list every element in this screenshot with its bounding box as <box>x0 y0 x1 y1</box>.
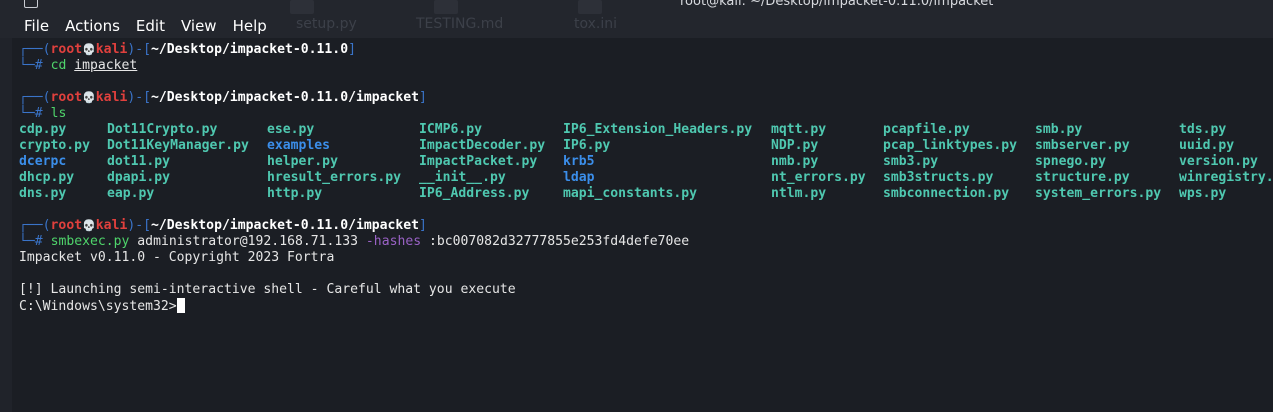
terminal-view[interactable]: ┌──(root💀kali)-[~/Desktop/impacket-0.11.… <box>12 38 1273 412</box>
ls-file: pcapfile.py <box>883 122 970 137</box>
ls-file: ImpactPacket.py <box>419 154 538 169</box>
ls-file: smbconnection.py <box>883 186 1010 201</box>
ls-file: dns.py <box>19 186 67 201</box>
command-flag: -hashes <box>365 234 422 249</box>
ls-file: ImpactDecoder.py <box>419 138 546 153</box>
ls-file: IP6_Address.py <box>419 186 530 201</box>
ls-file: dpapi.py <box>107 170 171 185</box>
command: cd <box>50 58 67 73</box>
ls-directory: examples <box>267 138 331 153</box>
ls-file: dot11.py <box>107 154 171 169</box>
output-line: [!] Launching semi-interactive shell - C… <box>19 282 516 297</box>
ls-file: version.py <box>1179 154 1258 169</box>
ls-file: smbserver.py <box>1035 138 1130 153</box>
menu-file[interactable]: File <box>16 16 57 36</box>
prompt-path: ~/Desktop/impacket-0.11.0/impacket <box>151 218 420 233</box>
background-tab: TESTING.md <box>416 16 504 32</box>
file-icon <box>290 0 314 14</box>
ls-file: winregistry.py <box>1179 170 1273 185</box>
command-args: administrator@192.168.71.133 <box>137 234 359 249</box>
ls-file: nmb.py <box>771 154 819 169</box>
ls-file: Dot11KeyManager.py <box>107 138 249 153</box>
ls-directory: ldap <box>563 170 595 185</box>
window-titlebar: setup.py TESTING.md tox.ini root@kali: ~… <box>0 0 1273 38</box>
ls-file: structure.py <box>1035 170 1130 185</box>
ls-file: ese.py <box>267 122 315 137</box>
menu-actions[interactable]: Actions <box>57 16 128 36</box>
ls-file: smb3structs.py <box>883 170 994 185</box>
ls-file: http.py <box>267 186 323 201</box>
ls-file: smb.py <box>1035 122 1083 137</box>
ls-file: dhcp.py <box>19 170 75 185</box>
menubar: File Actions Edit View Help <box>16 16 275 36</box>
prompt-command-line: └─# ls <box>19 106 67 121</box>
ls-file: IP6.py <box>563 138 611 153</box>
skull-icon: 💀 <box>82 43 96 56</box>
ls-file: ICMP6.py <box>419 122 483 137</box>
ls-file: cdp.py <box>19 122 67 137</box>
prompt-command-line: └─# cd impacket <box>19 58 138 73</box>
text-cursor <box>176 298 185 313</box>
ls-file: nt_errors.py <box>771 170 866 185</box>
command-flag-value: :bc007082d32777855e253fd4defe70ee <box>429 234 690 249</box>
ls-file: pcap_linktypes.py <box>883 138 1018 153</box>
side-strip <box>0 38 12 412</box>
ls-file: crypto.py <box>19 138 90 153</box>
ls-file: Dot11Crypto.py <box>107 122 218 137</box>
background-tab: setup.py <box>296 16 357 32</box>
prompt-header: ┌──(root💀kali)-[~/Desktop/impacket-0.11.… <box>19 42 356 57</box>
ls-file: system_errors.py <box>1035 186 1162 201</box>
ls-file: tds.py <box>1179 122 1227 137</box>
ls-file: mqtt.py <box>771 122 827 137</box>
ls-file: uuid.py <box>1179 138 1235 153</box>
ls-file: __init__.py <box>419 170 506 185</box>
ls-file: smb3.py <box>883 154 939 169</box>
shell-prompt-line[interactable]: C:\Windows\system32> <box>19 298 185 314</box>
ls-file: mapi_constants.py <box>563 186 698 201</box>
menu-help[interactable]: Help <box>225 16 275 36</box>
file-icon <box>434 0 458 14</box>
ls-file: ntlm.py <box>771 186 827 201</box>
window-title: root@kali: ~/Desktop/impacket-0.11.0/imp… <box>680 0 994 9</box>
output-line: Impacket v0.11.0 - Copyright 2023 Fortra <box>19 250 335 265</box>
ls-file: spnego.py <box>1035 154 1106 169</box>
ls-file: hresult_errors.py <box>267 170 402 185</box>
prompt-header: ┌──(root💀kali)-[~/Desktop/impacket-0.11.… <box>19 90 427 105</box>
ls-file: NDP.py <box>771 138 819 153</box>
skull-icon: 💀 <box>82 91 96 104</box>
ls-directory: krb5 <box>563 154 595 169</box>
ls-directory: dcerpc <box>19 154 67 169</box>
ls-file: helper.py <box>267 154 338 169</box>
background-tab: tox.ini <box>574 16 618 32</box>
window-control-icon[interactable] <box>24 0 38 8</box>
file-icon <box>578 0 602 14</box>
ls-file: wps.py <box>1179 186 1227 201</box>
prompt-path: ~/Desktop/impacket-0.11.0/impacket <box>151 90 420 105</box>
command: ls <box>50 106 67 121</box>
ls-file: IP6_Extension_Headers.py <box>563 122 753 137</box>
prompt-header: ┌──(root💀kali)-[~/Desktop/impacket-0.11.… <box>19 218 427 233</box>
prompt-path: ~/Desktop/impacket-0.11.0 <box>151 42 349 57</box>
prompt-command-line: └─# smbexec.py administrator@192.168.71.… <box>19 234 690 249</box>
skull-icon: 💀 <box>82 219 96 232</box>
shell-prompt: C:\Windows\system32> <box>19 299 177 314</box>
menu-edit[interactable]: Edit <box>128 16 173 36</box>
command-args: impacket <box>74 58 138 73</box>
ls-file: eap.py <box>107 186 155 201</box>
menu-view[interactable]: View <box>173 16 225 36</box>
command: smbexec.py <box>50 234 130 249</box>
